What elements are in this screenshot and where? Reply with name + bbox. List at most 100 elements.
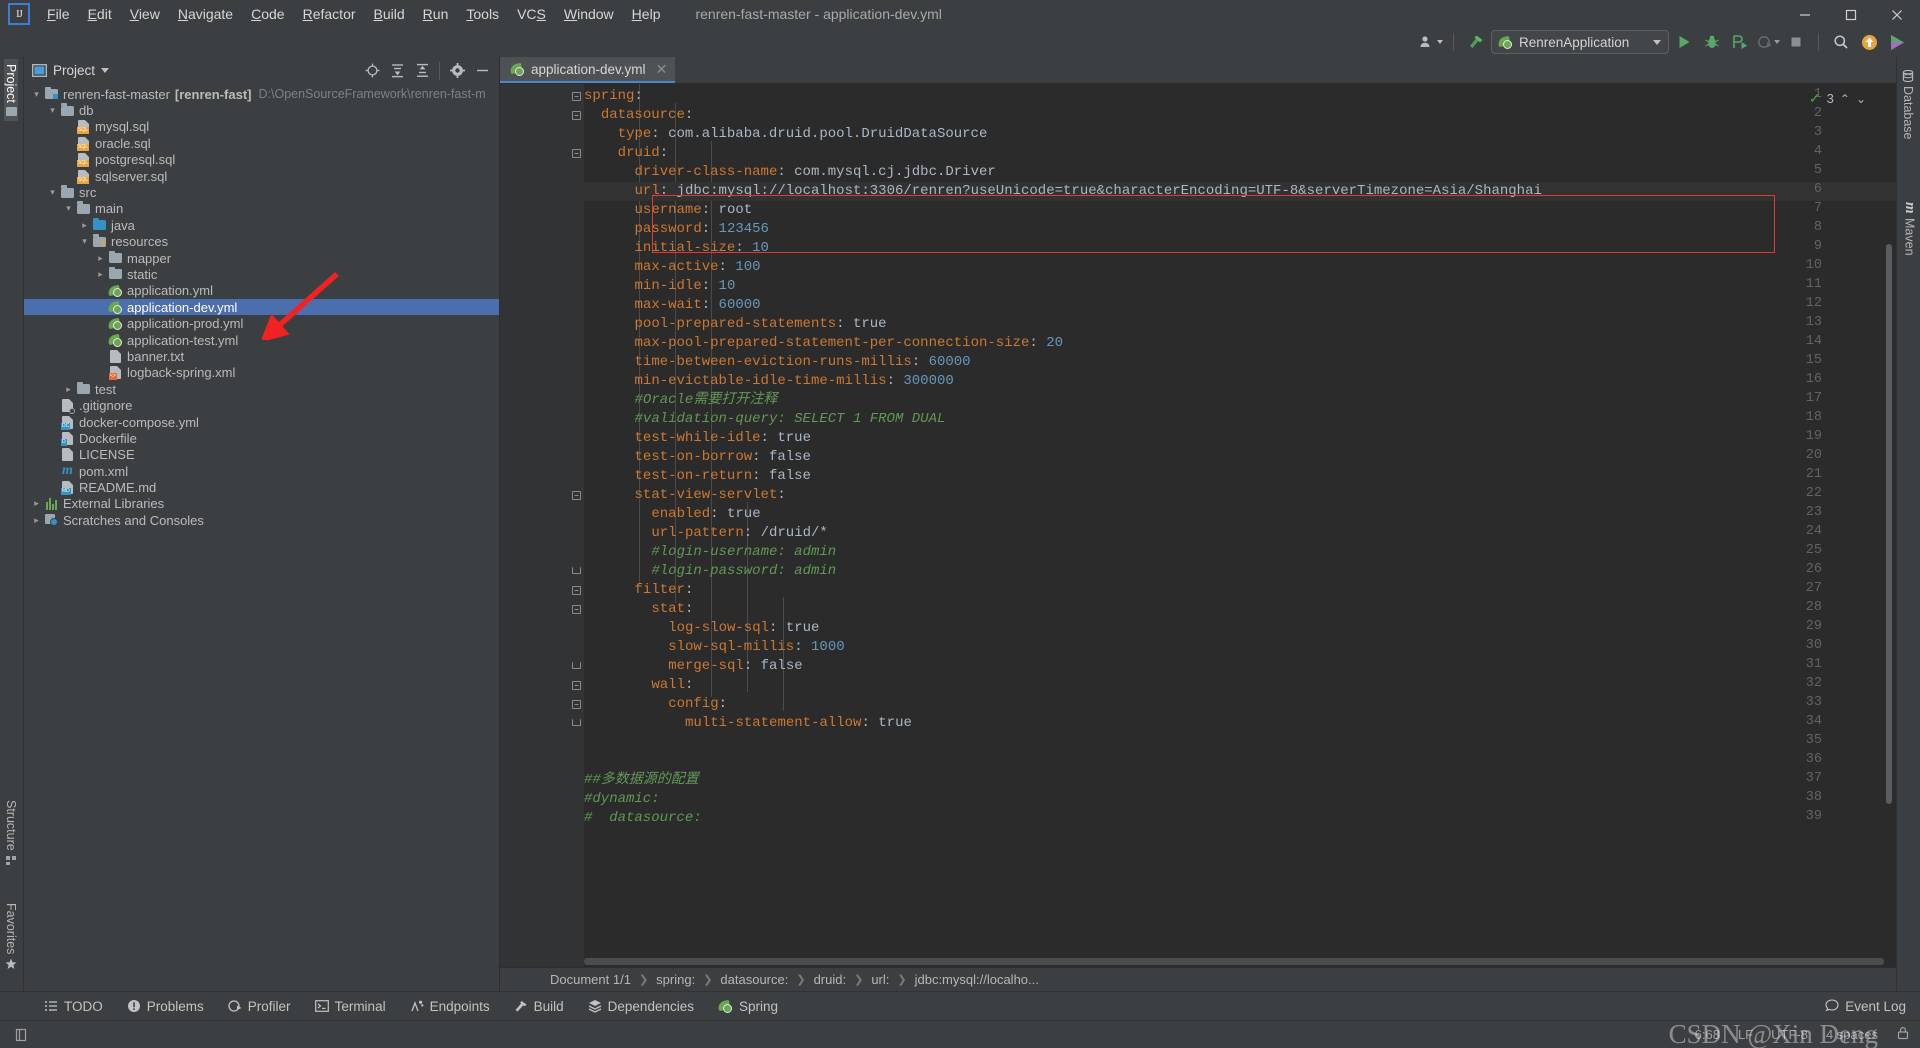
minimize-button[interactable]: [1782, 0, 1828, 29]
fold-collapse-icon[interactable]: −: [572, 681, 581, 690]
stop-icon[interactable]: [1783, 30, 1809, 54]
editor-gutter[interactable]: [500, 84, 568, 967]
chevron-down-icon[interactable]: ▾: [46, 187, 59, 198]
fold-collapse-icon[interactable]: −: [572, 92, 581, 101]
tree-item-application-test-yml[interactable]: application-test.yml: [24, 332, 499, 348]
profile-icon[interactable]: [1755, 30, 1781, 54]
editor-horizontal-scrollbar[interactable]: [584, 958, 1884, 965]
menu-edit[interactable]: Edit: [79, 3, 121, 25]
menu-build[interactable]: Build: [365, 3, 414, 25]
bottom-tab-build[interactable]: Build: [502, 995, 576, 1018]
editor-breadcrumb-item[interactable]: Document 1/1: [550, 972, 631, 987]
fold-collapse-icon[interactable]: −: [572, 586, 581, 595]
tree-item-sqlserver-sql[interactable]: SQL sqlserver.sql: [24, 168, 499, 184]
settings-gear-icon[interactable]: [446, 60, 468, 82]
menu-tools[interactable]: Tools: [457, 3, 508, 25]
fold-end-icon[interactable]: [572, 662, 581, 669]
bottom-tab-dependencies[interactable]: Dependencies: [576, 995, 706, 1018]
ide-assistant-icon[interactable]: [1884, 30, 1910, 54]
chevron-down-icon[interactable]: ▾: [30, 89, 43, 100]
menu-navigate[interactable]: Navigate: [169, 3, 242, 25]
tree-item-application-dev-yml[interactable]: application-dev.yml: [24, 299, 499, 316]
tree-item-test[interactable]: ▸ test: [24, 381, 499, 397]
menu-window[interactable]: Window: [555, 3, 623, 25]
editor-vertical-scrollbar[interactable]: [1886, 244, 1892, 804]
tree-item-postgresql-sql[interactable]: SQL postgresql.sql: [24, 152, 499, 168]
sidebar-item-maven[interactable]: m Maven: [1901, 197, 1918, 260]
bottom-tab-spring[interactable]: Spring: [706, 995, 790, 1018]
tree-item-src[interactable]: ▾ src: [24, 184, 499, 200]
project-tree[interactable]: ▾ renren-fast-master [renren-fast] D:\OpenS…: [24, 84, 499, 991]
tree-item-oracle-sql[interactable]: SQL oracle.sql: [24, 135, 499, 151]
tree-item--gitignore[interactable]: .gitignore: [24, 397, 499, 415]
editor-inspection-widget[interactable]: ✓ 3 ⌃ ⌄: [1809, 90, 1866, 107]
menu-view[interactable]: View: [121, 3, 169, 25]
indent-size[interactable]: 4 spaces: [1826, 1027, 1878, 1042]
chevron-right-icon[interactable]: ▸: [30, 498, 43, 509]
chevron-right-icon[interactable]: ▸: [78, 220, 91, 231]
editor-breadcrumb-item[interactable]: jdbc:mysql://localho...: [915, 972, 1039, 987]
menu-run[interactable]: Run: [414, 3, 458, 25]
run-with-coverage-icon[interactable]: [1727, 30, 1753, 54]
menu-refactor[interactable]: Refactor: [294, 3, 365, 25]
fold-collapse-icon[interactable]: −: [572, 491, 581, 500]
lock-icon[interactable]: [1896, 1026, 1910, 1043]
tree-item-scratches-and-consoles[interactable]: ▸ Scratches and Consoles: [24, 512, 499, 528]
fold-collapse-icon[interactable]: −: [572, 111, 581, 120]
close-icon[interactable]: ✕: [656, 61, 668, 78]
tree-item-dockerfile[interactable]: D Dockerfile: [24, 430, 499, 446]
tree-item-banner-txt[interactable]: banner.txt: [24, 348, 499, 364]
tree-item-pom-xml[interactable]: m pom.xml: [24, 463, 499, 479]
line-separator[interactable]: LF: [1738, 1027, 1753, 1042]
tree-item-mysql-sql[interactable]: SQL mysql.sql: [24, 119, 499, 135]
fold-end-icon[interactable]: [572, 719, 581, 726]
fold-collapse-icon[interactable]: −: [572, 149, 581, 158]
chevron-down-icon[interactable]: ▾: [62, 203, 75, 214]
editor-breadcrumb-item[interactable]: druid:: [814, 972, 847, 987]
tree-item-logback-spring-xml[interactable]: <> logback-spring.xml: [24, 365, 499, 381]
tree-item-application-yml[interactable]: application.yml: [24, 283, 499, 299]
tree-item-application-prod-yml[interactable]: application-prod.yml: [24, 315, 499, 331]
chevron-right-icon[interactable]: ▸: [94, 253, 107, 264]
menu-code[interactable]: Code: [242, 3, 293, 25]
fold-end-icon[interactable]: [572, 567, 581, 574]
tree-item-license[interactable]: LICENSE: [24, 447, 499, 463]
search-everywhere-icon[interactable]: [1828, 30, 1854, 54]
chevron-down-icon[interactable]: [101, 68, 110, 73]
editor-breadcrumb-item[interactable]: datasource:: [720, 972, 788, 987]
hammer-build-icon[interactable]: [1463, 30, 1489, 54]
sidebar-item-structure[interactable]: Structure: [4, 795, 18, 871]
caret-position[interactable]: 6:68: [1695, 1027, 1720, 1042]
tab-application-dev-yml[interactable]: application-dev.yml ✕: [500, 57, 676, 83]
bottom-tab-endpoints[interactable]: Endpoints: [398, 995, 502, 1018]
tree-item-renren-fast-master[interactable]: ▾ renren-fast-master [renren-fast] D:\OpenS…: [24, 86, 499, 102]
update-icon[interactable]: [1856, 30, 1882, 54]
locate-icon[interactable]: [361, 60, 383, 82]
run-configuration-selector[interactable]: RenrenApplication: [1491, 30, 1669, 54]
editor-breadcrumb-item[interactable]: spring:: [656, 972, 695, 987]
event-log-button[interactable]: Event Log: [1825, 999, 1906, 1014]
chevron-down-icon[interactable]: ▾: [46, 105, 59, 116]
bottom-tab-problems[interactable]: Problems: [115, 995, 216, 1018]
toggle-tool-windows-icon[interactable]: [10, 1026, 32, 1044]
tree-item-readme-md[interactable]: MD README.md: [24, 479, 499, 496]
editor-breadcrumb-item[interactable]: url:: [871, 972, 889, 987]
bottom-tab-profiler[interactable]: Profiler: [216, 995, 303, 1018]
debug-icon[interactable]: [1699, 30, 1725, 54]
expand-all-icon[interactable]: [386, 60, 408, 82]
maximize-button[interactable]: [1828, 0, 1874, 29]
hide-panel-icon[interactable]: [471, 60, 493, 82]
scrollbar-thumb[interactable]: [584, 958, 1884, 965]
menu-file[interactable]: File: [38, 3, 79, 25]
tree-item-main[interactable]: ▾ main: [24, 201, 499, 217]
chevron-down-icon[interactable]: ▾: [78, 236, 91, 247]
previous-highlight-icon[interactable]: ⌃: [1840, 92, 1850, 106]
fold-collapse-icon[interactable]: −: [572, 605, 581, 614]
bottom-tab-terminal[interactable]: Terminal: [303, 995, 398, 1018]
collapse-all-icon[interactable]: [411, 60, 433, 82]
editor-body[interactable]: 1 2 3 4 5 6 7 8 9 10 11 12 13 14 15 16 17 18 19 20 21 22 23 24 2…: [500, 84, 1896, 967]
chevron-right-icon[interactable]: ▸: [30, 515, 43, 526]
user-settings-icon[interactable]: [1418, 30, 1444, 54]
menu-vcs[interactable]: VCS: [508, 3, 555, 25]
tree-item-static[interactable]: ▸ static: [24, 266, 499, 282]
